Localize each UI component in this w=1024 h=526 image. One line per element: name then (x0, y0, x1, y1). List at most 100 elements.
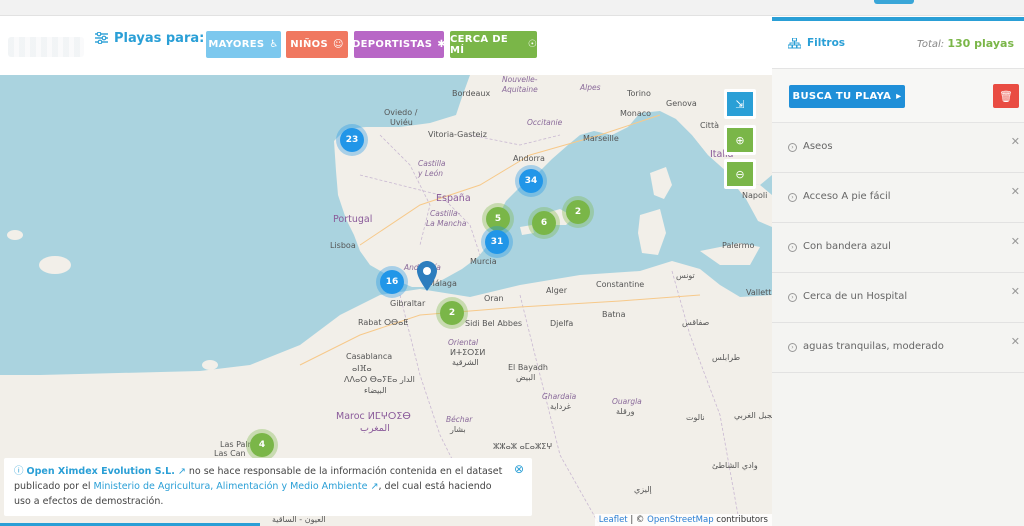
compass-icon: ☉ (527, 39, 537, 50)
cluster-marker[interactable]: 2 (562, 196, 594, 228)
cluster-count: 2 (440, 301, 464, 325)
caret-right-icon: ▸ (896, 91, 902, 102)
filter-item-hospital[interactable]: › Cerca de un Hospital ✕ (772, 273, 1024, 323)
map-label-constantine: Constantine (596, 280, 645, 289)
external-link-icon: ↗ (177, 466, 186, 477)
cerca-de-mi-button[interactable]: CERCA DE MÍ ☉ (450, 31, 537, 58)
map-label-oviedo: Oviedo / (384, 108, 418, 117)
filter-item-aguas[interactable]: › aguas tranquilas, moderado ✕ (772, 323, 1024, 373)
chevron-circle-icon: › (788, 193, 797, 202)
cluster-marker[interactable]: 34 (515, 165, 547, 197)
cluster-count: 6 (532, 211, 556, 235)
filtros-label: Filtros (807, 37, 846, 49)
map-label-ghardaia-ar: غرداية (550, 402, 571, 411)
map-label-bordeaux: Bordeaux (452, 89, 491, 98)
filters-sidebar: Filtros Total: 130 playas BUSCA TU PLAYA… (772, 17, 1024, 526)
map-label-tripoli: طرابلس (712, 353, 741, 362)
map-label-napoli: Napoli (742, 191, 768, 200)
map-label-elbayadh-ar: البيض (516, 373, 536, 382)
map-label-nalut: نالوت (686, 413, 705, 422)
chevron-circle-icon: › (788, 243, 797, 252)
cluster-marker[interactable]: 23 (336, 124, 368, 156)
map-label-lascan: Las Can (214, 449, 246, 458)
map-label-monaco: Monaco (620, 109, 652, 118)
chevron-circle-icon: › (788, 293, 797, 302)
fullscreen-icon: ⇲ (735, 97, 745, 111)
cluster-marker[interactable]: 16 (376, 266, 408, 298)
mayores-button[interactable]: MAYORES ♿ (206, 31, 281, 58)
map-label-elbayadh: El Bayadh (508, 363, 548, 372)
busca-tu-playa-button[interactable]: BUSCA TU PLAYA ▸ (789, 85, 905, 108)
close-icon[interactable]: ⊗ (514, 462, 524, 477)
zoom-in-button[interactable]: ⊕ (724, 125, 756, 155)
location-pin-icon[interactable] (417, 261, 437, 291)
zoom-in-icon: ⊕ (735, 133, 745, 147)
map-label-sidibel: Sidi Bel Abbes (465, 319, 523, 328)
map-label-nouvelle: Nouvelle- (502, 75, 538, 84)
map-label-casa-tz2: ⴷⴷⴰⵔ ⴱⴰⵢⴹⴰ الدار (344, 375, 415, 384)
filter-item-bandera-azul[interactable]: › Con bandera azul ✕ (772, 223, 1024, 273)
map-label-jabal: الجبل الغربي (734, 411, 772, 420)
site-logo (8, 37, 84, 57)
remove-filter-icon[interactable]: ✕ (1011, 135, 1020, 148)
map-label-espana: España (436, 193, 471, 204)
cluster-count: 2 (566, 200, 590, 224)
sidebar-header: Filtros Total: 130 playas (772, 21, 1024, 69)
remove-filter-icon[interactable]: ✕ (1011, 285, 1020, 298)
map-label-wadi: وادي الشاطئ (712, 461, 758, 470)
sitemap-icon (788, 37, 801, 48)
cluster-marker[interactable]: 31 (481, 226, 513, 258)
cluster-count: 23 (340, 128, 364, 152)
map-view[interactable]: Bordeaux Nouvelle- Aquitaine Alpes Torin… (0, 75, 772, 526)
filter-label: Cerca de un Hospital (803, 291, 908, 302)
remove-filter-icon[interactable]: ✕ (1011, 335, 1020, 348)
deportistas-button[interactable]: DEPORTISTAS ✱ (352, 31, 446, 58)
total-value: 130 playas (947, 37, 1014, 50)
remove-filter-icon[interactable]: ✕ (1011, 185, 1020, 198)
cluster-count: 4 (250, 433, 274, 457)
map-label-maroc-ar: المغرب (360, 423, 390, 434)
osm-link[interactable]: OpenStreetMap (647, 515, 713, 525)
zoom-out-icon: ⊖ (735, 167, 745, 181)
playas-para-label: Playas para: (114, 30, 205, 46)
total-label: Total: (916, 39, 945, 50)
cluster-count: 16 (380, 270, 404, 294)
map-label-marseille: Marseille (583, 134, 619, 143)
map-label-mancha: La Mancha (426, 219, 467, 228)
map-label-ghardaia: Ghardaïa (542, 392, 577, 401)
map-label-casablanca: Casablanca (346, 352, 393, 361)
cluster-marker[interactable]: 6 (528, 207, 560, 239)
map-label-laayoune: العيون - الساقية (272, 515, 326, 524)
map-label-sfax: صفاقس (682, 318, 710, 327)
fullscreen-button[interactable]: ⇲ (724, 89, 756, 119)
cluster-marker[interactable]: 2 (436, 297, 468, 329)
remove-filter-icon[interactable]: ✕ (1011, 235, 1020, 248)
cluster-count: 31 (485, 230, 509, 254)
map-label-aquitaine: Aquitaine (502, 85, 538, 94)
map-label-vitoria: Vitoria-Gasteiz (428, 130, 487, 139)
cluster-count: 34 (519, 169, 543, 193)
map-label-rabat: Rabat ⵔⴱⴰⵟ (358, 318, 409, 327)
attribution-sep: | © (627, 515, 648, 525)
runner-icon: ✱ (437, 39, 446, 50)
sidebar-actions: BUSCA TU PLAYA ▸ 🗑 (772, 69, 1024, 123)
map-label-genova: Genova (666, 99, 697, 108)
disclaimer-box: ⓘ Open Ximdex Evolution S.L. ↗ no se hac… (4, 458, 532, 516)
external-link-icon: ↗ (370, 481, 379, 492)
disclaimer-org-link[interactable]: Open Ximdex Evolution S.L. (27, 466, 175, 477)
leaflet-link[interactable]: Leaflet (599, 515, 628, 525)
ninos-button[interactable]: NIÑOS ☺ (286, 31, 348, 58)
filter-item-aseos[interactable]: › Aseos ✕ (772, 123, 1024, 173)
info-icon: ⓘ (14, 466, 27, 477)
filter-label: aguas tranquilas, moderado (803, 341, 944, 352)
map-label-ouargla: Ouargla (612, 397, 642, 406)
zoom-out-button[interactable]: ⊖ (724, 159, 756, 189)
ministry-link[interactable]: Ministerio de Agricultura, Alimentación … (94, 481, 368, 492)
filter-item-acceso[interactable]: › Acceso A pie fácil ✕ (772, 173, 1024, 223)
map-label-tz-far: ⵣⵣⴰⵣ ⴰⵎⴰⵣⵉⵖ (493, 442, 553, 451)
clear-filters-button[interactable]: 🗑 (993, 84, 1019, 108)
map-label-andorra: Andorra (513, 154, 545, 163)
top-indicator (874, 0, 914, 4)
smile-icon: ☺ (332, 39, 344, 50)
cluster-marker[interactable]: 4 (246, 429, 278, 461)
